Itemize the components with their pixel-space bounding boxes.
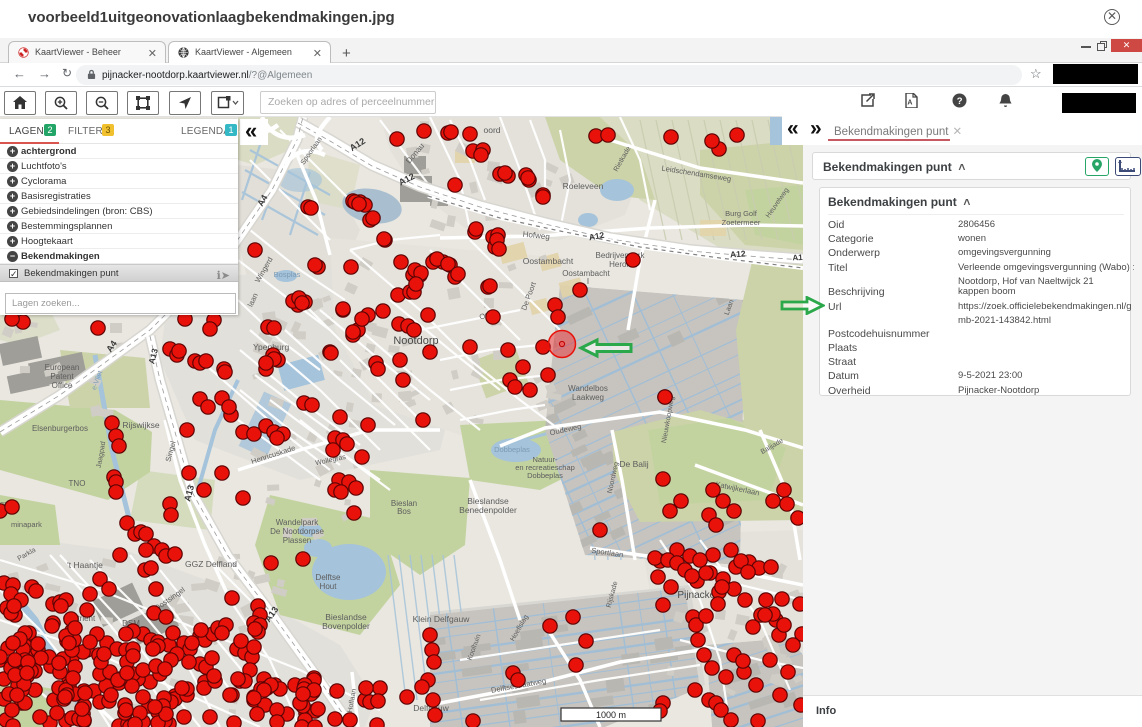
svg-text:minapark: minapark [11, 520, 42, 529]
svg-text:Dobbeplas: Dobbeplas [494, 445, 530, 454]
svg-text:De Nootdorpse: De Nootdorpse [270, 527, 324, 536]
svg-text:TNO: TNO [69, 479, 86, 488]
svg-text:I: I [587, 277, 589, 286]
svg-text:Bos: Bos [397, 507, 411, 516]
svg-text:Elsenburgerbos: Elsenburgerbos [32, 424, 88, 433]
svg-text:Bovenpolder: Bovenpolder [322, 621, 370, 631]
svg-text:Hout: Hout [320, 582, 338, 591]
svg-text:Patent: Patent [50, 372, 74, 381]
svg-text:Wandelpark: Wandelpark [276, 518, 319, 527]
svg-text:De Balij: De Balij [619, 459, 648, 469]
svg-text:Delftse: Delftse [316, 573, 341, 582]
svg-text:Klein Delfgauw: Klein Delfgauw [413, 614, 471, 624]
svg-text:Burg Golf: Burg Golf [725, 209, 758, 218]
svg-text:Roeleveen: Roeleveen [563, 181, 604, 191]
svg-text:Zoetermeer: Zoetermeer [722, 218, 761, 227]
svg-text:Dobbeplas: Dobbeplas [527, 471, 563, 480]
svg-text:A: A [907, 100, 912, 107]
svg-text:'t Haantje: 't Haantje [67, 560, 103, 570]
svg-text:1000 m: 1000 m [596, 710, 626, 720]
svg-text:Bosplas: Bosplas [274, 270, 301, 279]
svg-text:Benedenpolder: Benedenpolder [459, 505, 517, 515]
svg-text:A12: A12 [792, 253, 803, 263]
svg-text:GGZ Delfland: GGZ Delfland [185, 559, 237, 569]
svg-text:?: ? [957, 96, 963, 107]
svg-text:Oostambacht: Oostambacht [523, 256, 574, 266]
svg-text:European: European [45, 363, 80, 372]
svg-text:Rijswijkse: Rijswijkse [122, 420, 160, 430]
svg-text:Plassen: Plassen [283, 536, 311, 545]
svg-text:A12: A12 [730, 248, 747, 259]
svg-text:Wandelbos: Wandelbos [568, 384, 608, 393]
svg-text:Laakweg: Laakweg [572, 393, 604, 402]
svg-text:Office: Office [52, 381, 73, 390]
svg-text:oord: oord [483, 125, 500, 135]
